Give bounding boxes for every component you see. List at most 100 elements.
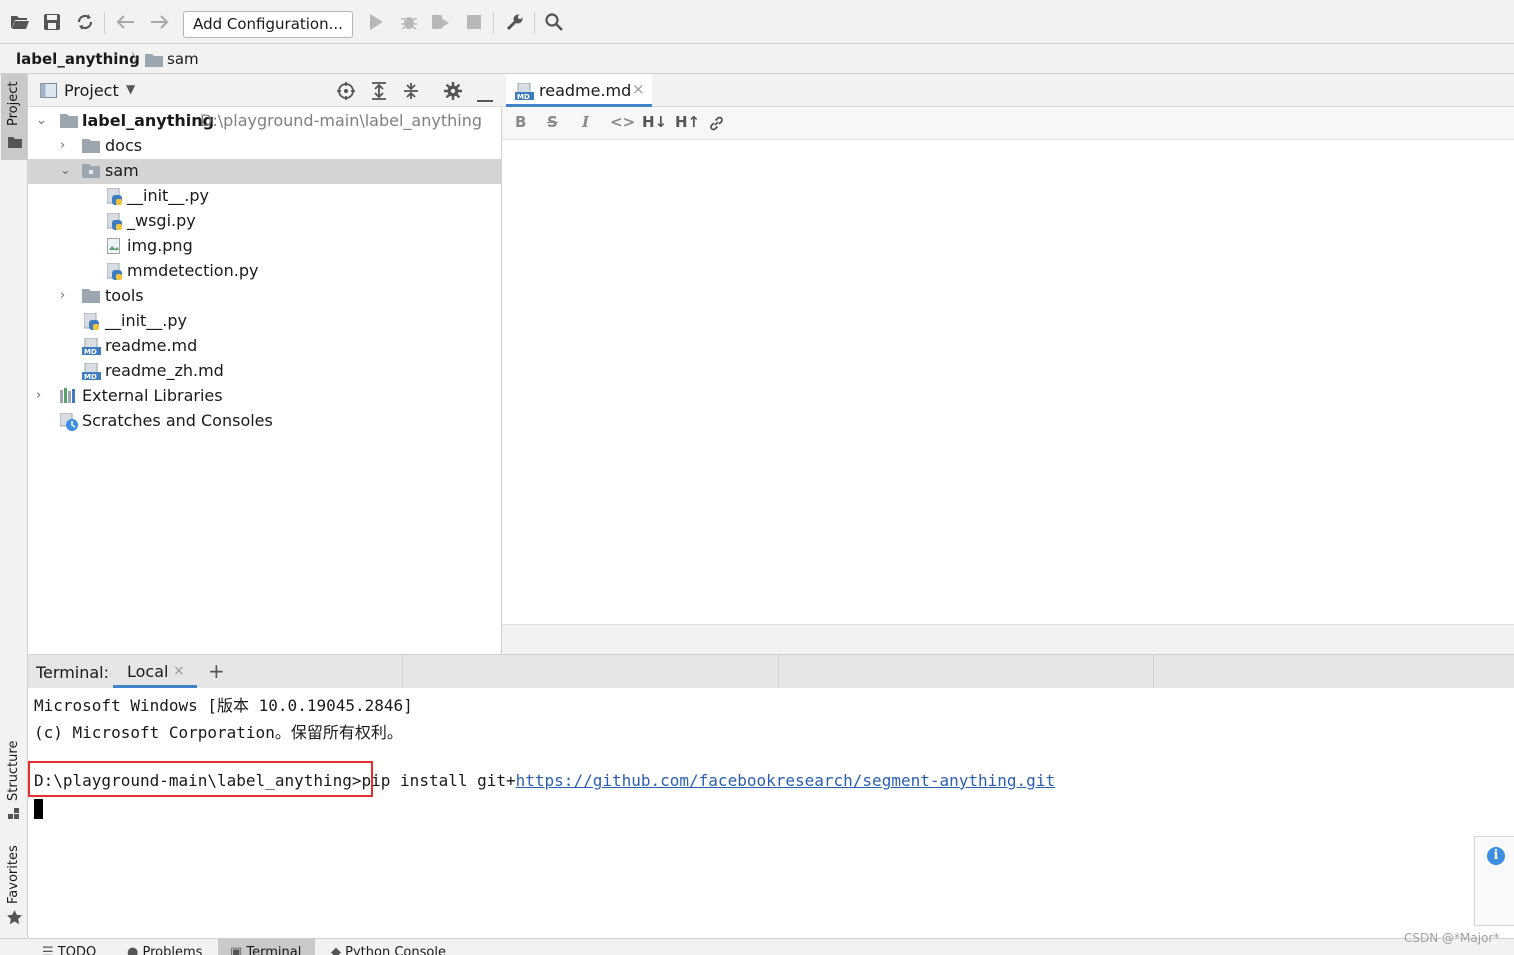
terminal-output[interactable]: Microsoft Windows [版本 10.0.19045.2846] (… <box>28 688 1514 938</box>
python-console-tool-button[interactable]: ◆ Python Console <box>331 945 446 955</box>
tree-row-label-anything[interactable]: ⌄ label_anything D:\playground-main\labe… <box>28 109 502 134</box>
tree-label: label_anything <box>82 111 215 130</box>
collapse-all-icon[interactable] <box>402 82 420 104</box>
tree-row-readme-md[interactable]: MD readme.md <box>28 334 502 359</box>
chevron-down-icon[interactable]: ⌄ <box>60 163 74 179</box>
tree-row-root-init-py[interactable]: __init__.py <box>28 309 502 334</box>
strikethrough-icon[interactable]: S <box>547 113 558 131</box>
project-panel-header: Project ▼ <box>28 74 502 107</box>
breadcrumb-child[interactable]: sam <box>167 50 199 68</box>
expand-all-icon[interactable] <box>370 82 388 104</box>
tree-label: External Libraries <box>82 386 223 405</box>
markdown-file-icon: MD <box>82 362 101 384</box>
folder-icon <box>82 163 100 182</box>
todo-tool-button[interactable]: ☰ TODO <box>42 945 96 955</box>
tree-row-docs[interactable]: › docs <box>28 134 502 159</box>
bold-icon[interactable]: B <box>515 113 526 131</box>
watermark: CSDN @*Major* <box>1404 931 1500 945</box>
project-tool-label: Project <box>6 81 21 126</box>
libraries-icon <box>60 388 78 407</box>
terminal-tool-button[interactable]: ▣ Terminal <box>230 945 301 955</box>
tree-label: img.png <box>127 236 193 255</box>
run-icon[interactable] <box>364 10 388 34</box>
structure-tool-button[interactable]: Structure <box>0 739 28 824</box>
tree-label: _wsgi.py <box>127 211 196 230</box>
stop-icon[interactable] <box>462 10 486 34</box>
gear-icon[interactable] <box>444 82 462 104</box>
python-file-icon <box>106 212 123 234</box>
header-decrease-icon[interactable]: H↓ <box>642 113 667 131</box>
tree-row-tools[interactable]: › tools <box>28 284 502 309</box>
image-file-icon <box>107 238 121 259</box>
tree-row-mmdetection-py[interactable]: mmdetection.py <box>28 259 502 284</box>
chevron-down-icon[interactable]: ⌄ <box>36 113 50 129</box>
add-configuration-button[interactable]: Add Configuration... <box>183 11 353 38</box>
problems-tool-button[interactable]: ● Problems <box>127 945 202 955</box>
save-icon[interactable] <box>40 10 64 34</box>
tree-label: mmdetection.py <box>127 261 259 280</box>
chevron-right-icon[interactable]: › <box>60 138 74 154</box>
left-tool-strip: Project Structure Favorites <box>0 74 28 938</box>
project-view-selector[interactable]: Project <box>64 81 119 100</box>
bottom-tool-bar: ☰ TODO ● Problems ▣ Terminal ◆ Python Co… <box>0 938 1514 955</box>
header-increase-icon[interactable]: H↑ <box>675 113 700 131</box>
markdown-file-icon: MD <box>82 337 101 359</box>
chevron-right-icon[interactable]: › <box>60 288 74 304</box>
tab-local[interactable]: Local × <box>113 655 197 688</box>
terminal-command: pip install git+ <box>361 771 516 790</box>
problems-label: Problems <box>142 945 203 955</box>
python-file-icon <box>83 312 100 334</box>
search-icon[interactable] <box>542 10 566 34</box>
project-tool-button[interactable]: Project <box>1 74 27 160</box>
editor: MD readme.md × B S I <> H↓ H↑ <box>502 74 1514 654</box>
tab-readme-md[interactable]: MD readme.md × <box>506 74 652 107</box>
editor-tabbar: MD readme.md × <box>502 74 1514 107</box>
tree-path: D:\playground-main\label_anything <box>200 111 482 130</box>
favorites-tool-button[interactable]: Favorites <box>0 845 28 931</box>
folder-icon <box>82 288 100 307</box>
close-icon[interactable]: × <box>173 663 185 679</box>
terminal-link[interactable]: https://github.com/facebookresearch/segm… <box>516 771 1055 790</box>
tree-row-init-py[interactable]: __init__.py <box>28 184 502 209</box>
tab-label: readme.md <box>539 81 632 100</box>
code-icon[interactable]: <> <box>610 113 635 131</box>
add-icon[interactable]: + <box>208 659 225 683</box>
breadcrumb: label_anything 〉 sam <box>0 44 1514 74</box>
tree-row-img-png[interactable]: img.png <box>28 234 502 259</box>
main-toolbar: Add Configuration... <box>0 0 1514 44</box>
italic-icon[interactable]: I <box>582 113 589 131</box>
link-icon[interactable] <box>708 115 725 136</box>
chevron-down-icon[interactable]: ▼ <box>126 82 135 96</box>
terminal-line: (c) Microsoft Corporation。保留所有权利。 <box>34 723 403 742</box>
breadcrumb-root[interactable]: label_anything <box>16 50 140 68</box>
back-arrow-icon[interactable] <box>114 10 138 34</box>
tree-row-wsgi-py[interactable]: _wsgi.py <box>28 209 502 234</box>
terminal-title: Terminal: <box>36 663 110 682</box>
coverage-icon[interactable] <box>429 10 453 34</box>
tree-label: docs <box>105 136 143 155</box>
chevron-right-icon[interactable]: › <box>36 388 50 404</box>
favorites-tool-label: Favorites <box>6 845 21 904</box>
wrench-icon[interactable] <box>503 10 527 34</box>
close-icon[interactable]: × <box>632 80 645 98</box>
terminal-label: Terminal <box>246 945 302 955</box>
forward-arrow-icon[interactable] <box>147 10 171 34</box>
todo-label: TODO <box>57 945 97 955</box>
star-icon <box>7 910 22 925</box>
debug-icon[interactable] <box>397 10 421 34</box>
structure-icon <box>8 808 19 819</box>
tree-label: readme_zh.md <box>105 361 224 380</box>
terminal-header: Terminal: Local × + <box>28 654 1514 688</box>
markdown-file-icon: MD <box>515 82 534 104</box>
editor-status-area <box>502 624 1514 654</box>
open-folder-icon[interactable] <box>8 10 32 34</box>
info-icon[interactable]: i <box>1487 847 1505 865</box>
tree-row-readme-zh-md[interactable]: MD readme_zh.md <box>28 359 502 384</box>
minimize-icon[interactable] <box>477 89 493 107</box>
locate-icon[interactable] <box>337 82 355 104</box>
tree-row-scratches[interactable]: Scratches and Consoles <box>28 409 502 434</box>
tree-row-sam[interactable]: ⌄ sam <box>28 159 502 184</box>
tree-label: __init__.py <box>127 186 210 205</box>
tree-row-external-libraries[interactable]: › External Libraries <box>28 384 502 409</box>
sync-icon[interactable] <box>73 10 97 34</box>
